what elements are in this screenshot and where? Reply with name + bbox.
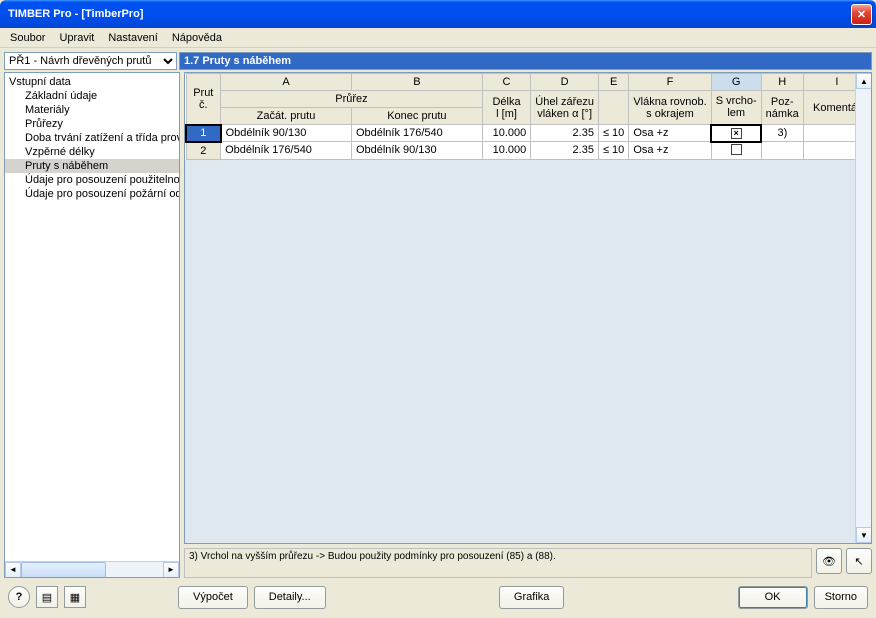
storno-button[interactable]: Storno xyxy=(814,586,868,609)
tree-item-7[interactable]: Údaje pro posouzení požární odolnosti xyxy=(5,187,179,201)
checkbox-icon[interactable]: × xyxy=(731,128,742,139)
scroll-right-icon[interactable]: ► xyxy=(163,562,179,578)
grid-vscroll[interactable]: ▲ ▼ xyxy=(855,73,871,543)
checkbox-icon[interactable] xyxy=(731,144,742,155)
cell-f[interactable]: Osa +z xyxy=(629,125,711,142)
cell-d[interactable]: 2.35 xyxy=(531,125,599,142)
view-button[interactable]: 👁 xyxy=(816,548,842,574)
hdr-delka: Délka l [m] xyxy=(482,91,530,125)
table-row: 2Obdélník 176/540Obdélník 90/13010.0002.… xyxy=(186,142,871,160)
hdr-vlakna: Vlákna rovnob. s okrajem xyxy=(629,91,711,125)
grafika-button[interactable]: Grafika xyxy=(499,586,564,609)
col-prut[interactable]: Prut č. xyxy=(186,74,221,125)
cell-e[interactable]: ≤ 10 xyxy=(598,125,628,142)
tree-root[interactable]: Vstupní data xyxy=(5,75,179,89)
col-C[interactable]: C xyxy=(482,74,530,91)
tool-button-2[interactable]: ▦ xyxy=(64,586,86,608)
hdr-zacat: Začát. prutu xyxy=(221,108,352,125)
scroll-down-icon[interactable]: ▼ xyxy=(856,527,872,543)
titlebar: TIMBER Pro - [TimberPro] ✕ xyxy=(0,0,876,28)
col-B[interactable]: B xyxy=(351,74,482,91)
tree-item-1[interactable]: Materiály xyxy=(5,103,179,117)
cell-a[interactable]: Obdélník 90/130 xyxy=(221,125,352,142)
cell-g[interactable] xyxy=(711,142,761,160)
footer: ? ▤ ▦ Výpočet Detaily... Grafika OK Stor… xyxy=(0,580,876,614)
help-icon: ? xyxy=(16,591,23,603)
detaily-button[interactable]: Detaily... xyxy=(254,586,326,609)
scroll-left-icon[interactable]: ◄ xyxy=(5,562,21,578)
scroll-thumb[interactable] xyxy=(21,562,106,578)
menu-upravit[interactable]: Upravit xyxy=(53,30,100,45)
cell-b[interactable]: Obdélník 176/540 xyxy=(351,125,482,142)
help-button[interactable]: ? xyxy=(8,586,30,608)
col-D[interactable]: D xyxy=(531,74,599,91)
col-F[interactable]: F xyxy=(629,74,711,91)
cell-h[interactable]: 3) xyxy=(761,125,803,142)
ok-button[interactable]: OK xyxy=(738,586,808,609)
tree-item-4[interactable]: Vzpěrné délky xyxy=(5,145,179,159)
cell-a[interactable]: Obdélník 176/540 xyxy=(221,142,352,160)
status-note: 3) Vrchol na vyšším průřezu -> Budou pou… xyxy=(184,548,812,578)
menubar: Soubor Upravit Nastavení Nápověda xyxy=(0,28,876,48)
menu-soubor[interactable]: Soubor xyxy=(4,30,51,45)
module-selector[interactable]: PŘ1 - Návrh dřevěných prutů xyxy=(4,52,177,70)
window-title: TIMBER Pro - [TimberPro] xyxy=(4,8,851,20)
hdr-vrcho: S vrcho- lem xyxy=(711,91,761,125)
cell-b[interactable]: Obdélník 90/130 xyxy=(351,142,482,160)
tree-item-3[interactable]: Doba trvání zatížení a třída provozu xyxy=(5,131,179,145)
scroll-up-icon[interactable]: ▲ xyxy=(856,73,872,89)
doc-icon: ▤ xyxy=(42,591,52,604)
tree-hscroll[interactable]: ◄ ► xyxy=(5,561,179,577)
pick-button[interactable]: ↖ xyxy=(846,548,872,574)
cell-e[interactable]: ≤ 10 xyxy=(598,142,628,160)
doc2-icon: ▦ xyxy=(70,591,80,604)
col-A[interactable]: A xyxy=(221,74,352,91)
cell-c[interactable]: 10.000 xyxy=(482,142,530,160)
grid-empty-area xyxy=(185,163,855,543)
col-G[interactable]: G xyxy=(711,74,761,91)
hdr-prurez: Průřez xyxy=(221,91,483,108)
close-icon: ✕ xyxy=(857,8,866,21)
vypocet-button[interactable]: Výpočet xyxy=(178,586,248,609)
menu-nastaveni[interactable]: Nastavení xyxy=(102,30,164,45)
tool-button-1[interactable]: ▤ xyxy=(36,586,58,608)
cell-h[interactable] xyxy=(761,142,803,160)
cell-d[interactable]: 2.35 xyxy=(531,142,599,160)
section-title: 1.7 Pruty s náběhem xyxy=(179,52,872,70)
tree-item-6[interactable]: Údaje pro posouzení použitelnosti xyxy=(5,173,179,187)
menu-napoveda[interactable]: Nápověda xyxy=(166,30,228,45)
cell-f[interactable]: Osa +z xyxy=(629,142,711,160)
row-number[interactable]: 1 xyxy=(186,125,221,142)
close-button[interactable]: ✕ xyxy=(851,4,872,25)
row-number[interactable]: 2 xyxy=(186,142,221,160)
tree-item-2[interactable]: Průřezy xyxy=(5,117,179,131)
cell-c[interactable]: 10.000 xyxy=(482,125,530,142)
eye-icon: 👁 xyxy=(822,555,836,568)
hdr-pozn: Poz- námka xyxy=(761,91,803,125)
tree-item-0[interactable]: Základní údaje xyxy=(5,89,179,103)
table-row: 1Obdélník 90/130Obdélník 176/54010.0002.… xyxy=(186,125,871,142)
data-grid: Prut č. A B C D E F G H I Průřez Délka l… xyxy=(184,72,872,544)
col-H[interactable]: H xyxy=(761,74,803,91)
hdr-uhel: Úhel zářezu vláken α [°] xyxy=(531,91,599,125)
hdr-blank xyxy=(598,91,628,125)
pick-icon: ↖ xyxy=(854,555,863,568)
cell-g[interactable]: × xyxy=(711,125,761,142)
nav-tree: Vstupní data Základní údajeMateriályPrůř… xyxy=(4,72,180,578)
col-E[interactable]: E xyxy=(598,74,628,91)
tree-item-5[interactable]: Pruty s náběhem xyxy=(5,159,179,173)
hdr-konec: Konec prutu xyxy=(351,108,482,125)
